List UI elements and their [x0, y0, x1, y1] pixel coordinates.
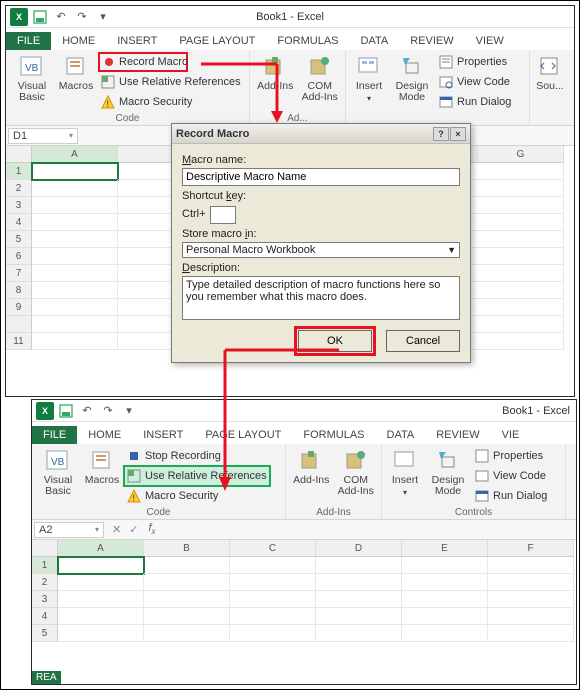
- window-title: Book1 - Excel: [256, 11, 324, 23]
- tab-page-layout[interactable]: PAGE LAYOUT: [194, 426, 292, 444]
- record-macro-dialog: Record Macro ? × Macro name: Shortcut ke…: [171, 123, 471, 363]
- design-mode-button[interactable]: Design Mode: [390, 52, 434, 103]
- tab-home[interactable]: HOME: [51, 32, 106, 50]
- addins-button[interactable]: Add-Ins: [290, 446, 333, 486]
- name-box[interactable]: A2▾: [34, 522, 104, 538]
- svg-text:VB: VB: [25, 63, 39, 74]
- name-box[interactable]: D1▾: [8, 128, 78, 144]
- visual-basic-button[interactable]: VB Visual Basic: [10, 52, 54, 103]
- dialog-title-bar[interactable]: Record Macro ? ×: [172, 124, 470, 144]
- record-macro-button[interactable]: Record Macro: [98, 52, 188, 72]
- run-dialog-icon: [438, 94, 454, 110]
- use-relative-references-button[interactable]: Use Relative References: [98, 72, 243, 92]
- ribbon-tabs: FILE HOME INSERT PAGE LAYOUT FORMULAS DA…: [6, 28, 574, 50]
- save-icon[interactable]: [31, 8, 49, 26]
- tab-file[interactable]: FILE: [32, 426, 77, 444]
- row-headers[interactable]: 12345678911: [6, 163, 32, 350]
- excel-app-icon: X: [10, 8, 28, 26]
- ok-button[interactable]: OK: [298, 330, 372, 352]
- macros-button[interactable]: Macros: [82, 446, 122, 486]
- macros-button[interactable]: Macros: [56, 52, 96, 92]
- stop-icon: [126, 448, 142, 464]
- status-bar: REA: [32, 671, 61, 684]
- source-button[interactable]: Sou...: [534, 52, 566, 92]
- redo-icon[interactable]: ↷: [99, 402, 117, 420]
- insert-control-button[interactable]: Insert▾: [386, 446, 424, 498]
- selected-cell[interactable]: [32, 163, 118, 180]
- tab-review[interactable]: REVIEW: [399, 32, 464, 50]
- properties-button[interactable]: Properties: [472, 446, 549, 466]
- cancel-button[interactable]: Cancel: [386, 330, 460, 352]
- title-bar: X ↶ ↷ ▾ Book1 - Excel: [6, 6, 574, 28]
- macro-name-label: Macro name:: [182, 154, 460, 166]
- save-icon[interactable]: [57, 402, 75, 420]
- run-dialog-button[interactable]: Run Dialog: [472, 486, 549, 506]
- properties-icon: [438, 54, 454, 70]
- tab-formulas[interactable]: FORMULAS: [292, 426, 375, 444]
- view-code-icon: [438, 74, 454, 90]
- com-addins-button[interactable]: COM Add-Ins: [335, 446, 378, 497]
- tab-review[interactable]: REVIEW: [425, 426, 490, 444]
- visual-basic-button[interactable]: VBVisual Basic: [36, 446, 80, 497]
- tab-data[interactable]: DATA: [350, 32, 400, 50]
- tab-view[interactable]: VIE: [491, 426, 531, 444]
- close-icon[interactable]: ×: [450, 127, 466, 141]
- record-icon: [102, 54, 116, 70]
- selected-cell-lower[interactable]: [58, 557, 144, 574]
- warning-icon: !: [100, 94, 116, 110]
- help-icon[interactable]: ?: [433, 127, 449, 141]
- addins-button[interactable]: Add-Ins: [254, 52, 297, 92]
- view-code-button[interactable]: View Code: [436, 72, 513, 92]
- description-label: Description:: [182, 262, 460, 274]
- store-macro-label: Store macro in:: [182, 228, 460, 240]
- shortcut-key-input[interactable]: [210, 206, 236, 224]
- description-input[interactable]: Type detailed description of macro funct…: [182, 276, 460, 320]
- qat-customize-icon[interactable]: ▾: [120, 402, 138, 420]
- undo-icon[interactable]: ↶: [52, 8, 70, 26]
- title-bar-lower: X ↶ ↷ ▾ Book1 - Excel: [32, 400, 576, 422]
- cancel-fx-icon: ✕: [112, 523, 121, 536]
- macro-name-input[interactable]: [182, 168, 460, 186]
- row-headers-lower[interactable]: 12345: [32, 557, 58, 642]
- macro-security-button[interactable]: ! Macro Security: [98, 92, 243, 112]
- warning-icon: !: [126, 488, 142, 504]
- tab-page-layout[interactable]: PAGE LAYOUT: [168, 32, 266, 50]
- tab-insert[interactable]: INSERT: [132, 426, 194, 444]
- tab-insert[interactable]: INSERT: [106, 32, 168, 50]
- tab-home[interactable]: HOME: [77, 426, 132, 444]
- relative-ref-icon: [126, 468, 142, 484]
- svg-text:!: !: [133, 493, 136, 503]
- com-addins-button[interactable]: COM Add-Ins: [299, 52, 342, 103]
- redo-icon[interactable]: ↷: [73, 8, 91, 26]
- column-headers-lower[interactable]: A B C D E F: [58, 540, 574, 557]
- use-relative-references-button[interactable]: Use Relative References: [124, 466, 270, 486]
- design-mode-button[interactable]: Design Mode: [426, 446, 470, 497]
- ctrl-label: Ctrl+: [182, 208, 206, 220]
- tab-data[interactable]: DATA: [376, 426, 426, 444]
- svg-text:VB: VB: [51, 457, 65, 468]
- qat-customize-icon[interactable]: ▾: [94, 8, 112, 26]
- store-macro-select[interactable]: Personal Macro Workbook▼: [182, 242, 460, 258]
- fx-icon[interactable]: fx: [144, 522, 159, 536]
- window-title-lower: Book1 - Excel: [502, 405, 570, 417]
- tab-view[interactable]: VIEW: [465, 32, 515, 50]
- enter-fx-icon: ✓: [129, 523, 138, 536]
- svg-text:!: !: [107, 99, 110, 109]
- shortcut-key-label: Shortcut key:: [182, 190, 460, 202]
- insert-control-button[interactable]: Insert▾: [350, 52, 388, 104]
- properties-button[interactable]: Properties: [436, 52, 513, 72]
- tab-formulas[interactable]: FORMULAS: [266, 32, 349, 50]
- tab-file[interactable]: FILE: [6, 32, 51, 50]
- stop-recording-button[interactable]: Stop Recording: [124, 446, 270, 466]
- view-code-button[interactable]: View Code: [472, 466, 549, 486]
- macro-security-button[interactable]: !Macro Security: [124, 486, 270, 506]
- undo-icon[interactable]: ↶: [78, 402, 96, 420]
- run-dialog-button[interactable]: Run Dialog: [436, 92, 513, 112]
- relative-ref-icon: [100, 74, 116, 90]
- excel-app-icon: X: [36, 402, 54, 420]
